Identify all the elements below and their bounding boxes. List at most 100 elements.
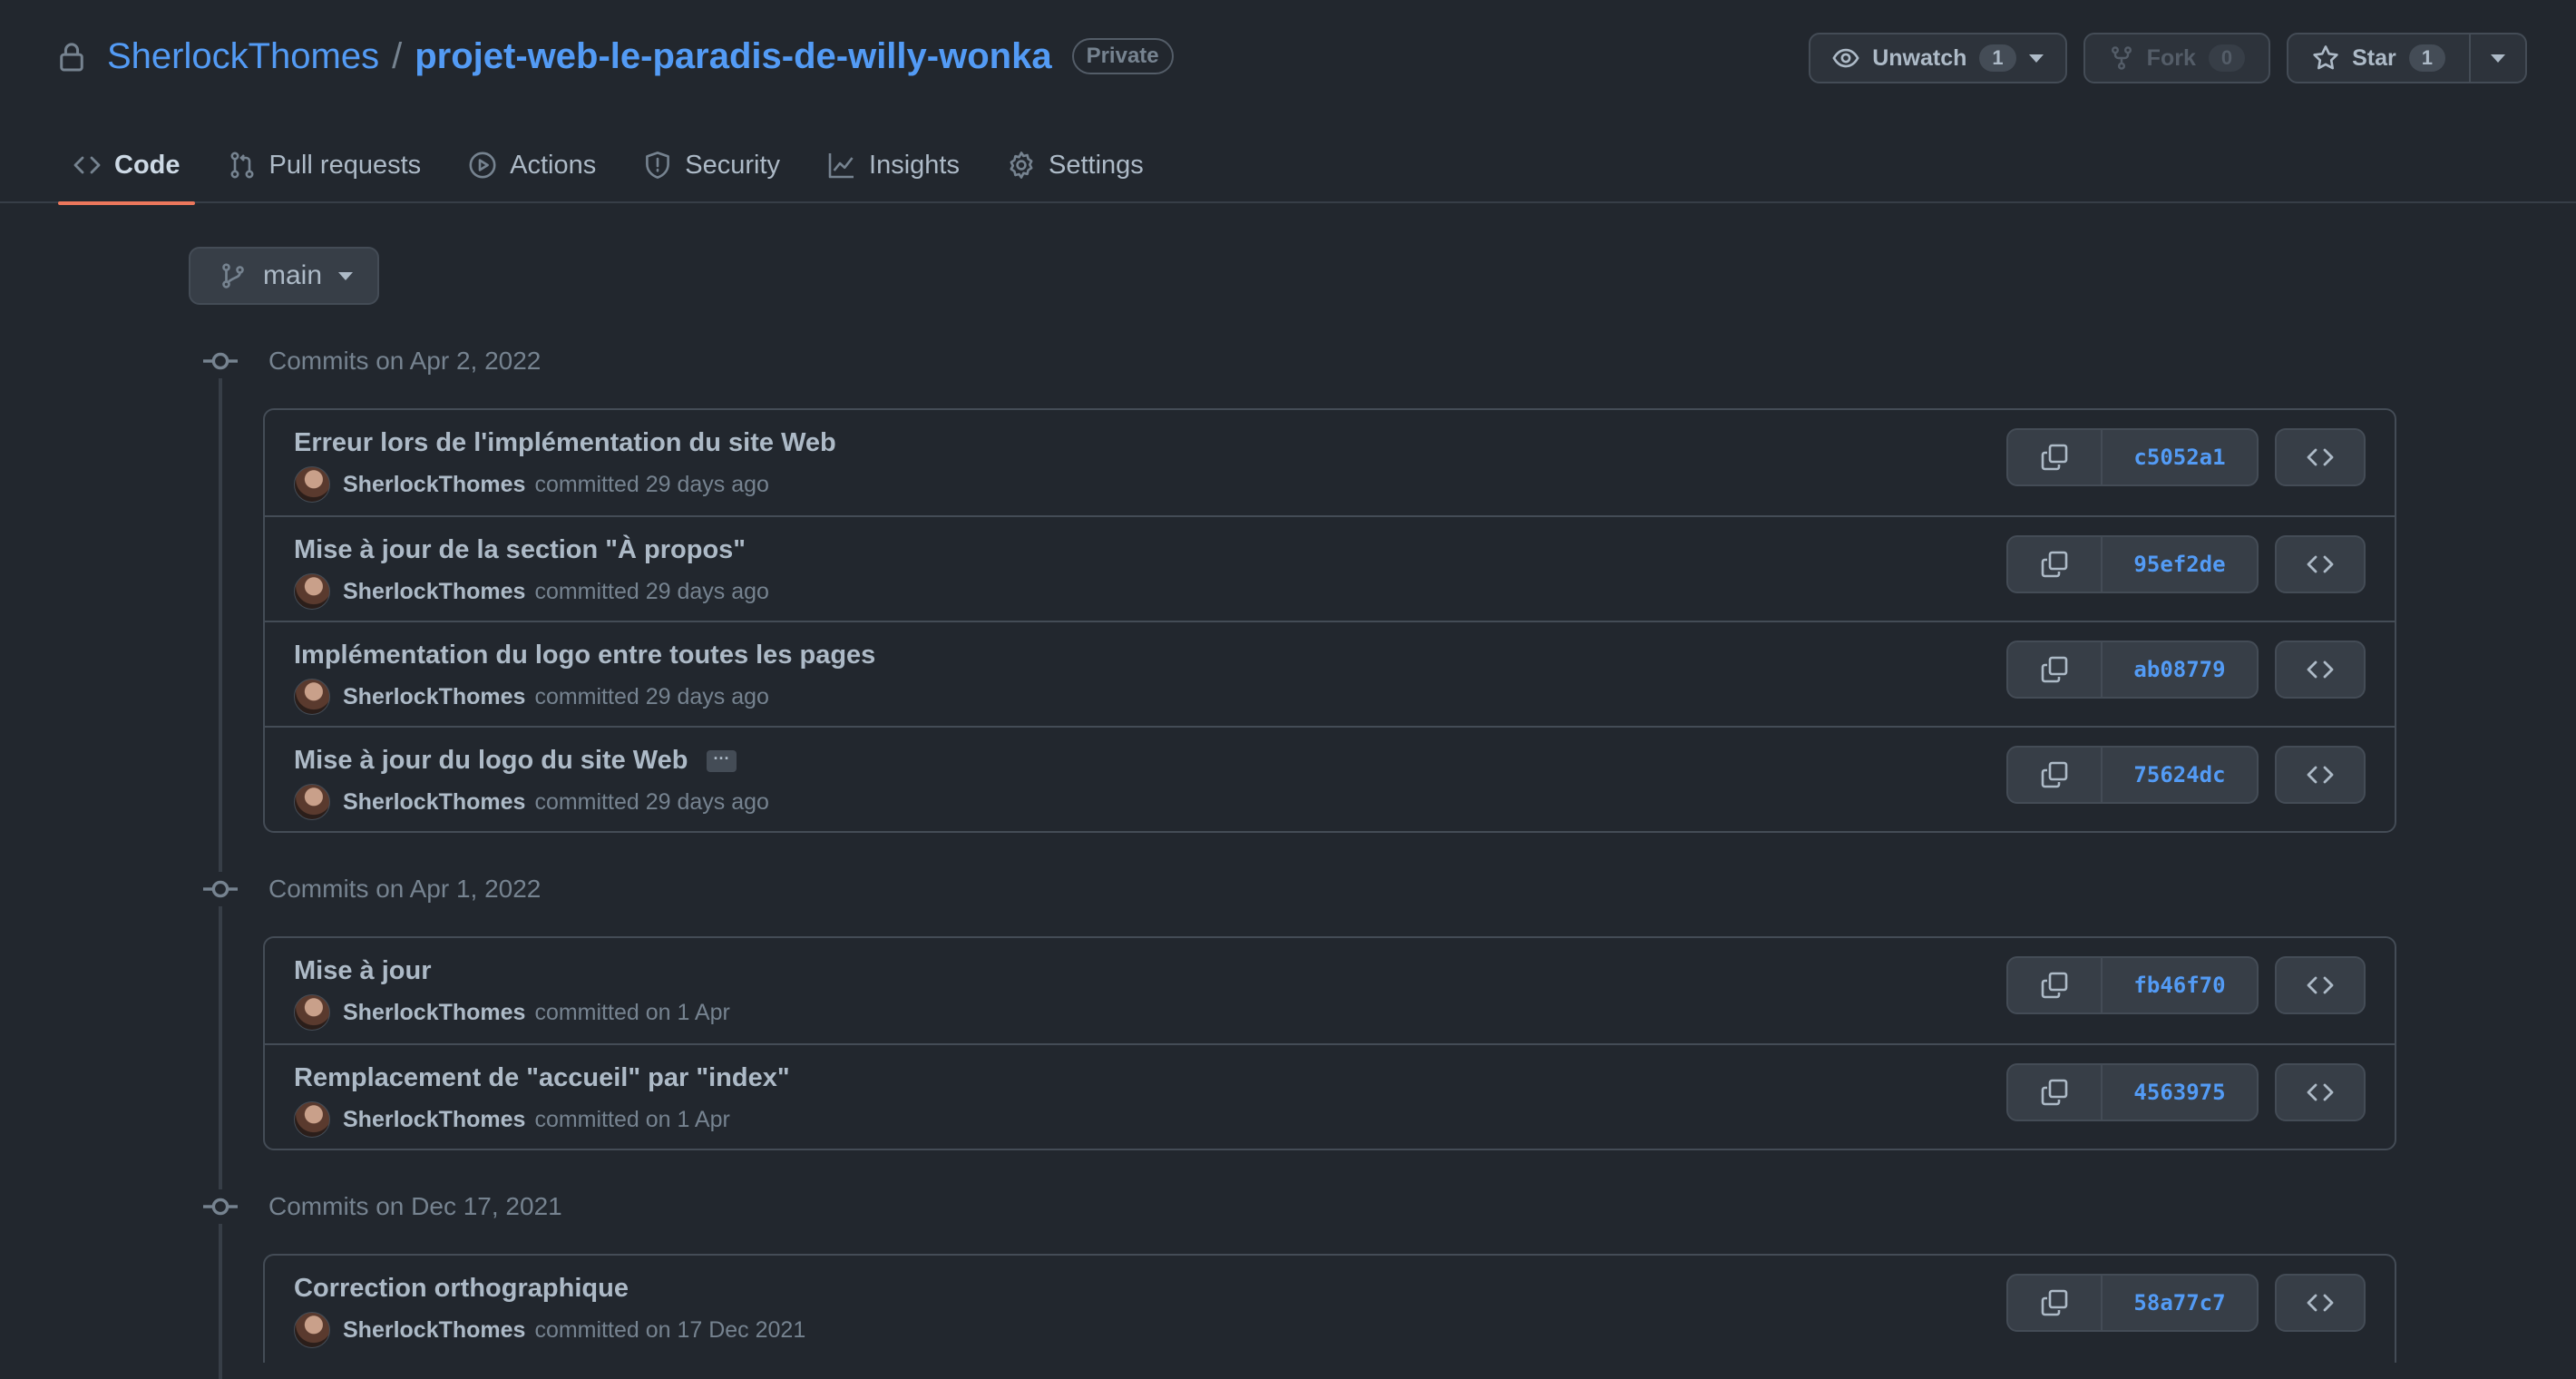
avatar[interactable] — [294, 466, 330, 503]
lock-icon — [58, 41, 91, 72]
commit-meta: SherlockThomes committed 29 days ago — [294, 573, 769, 610]
commit-title-link[interactable]: Mise à jour du logo du site Web ··· — [294, 746, 737, 776]
copy-icon — [2040, 655, 2069, 684]
commit-title-link[interactable]: Erreur lors de l'implémentation du site … — [294, 428, 836, 458]
star-count: 1 — [2408, 44, 2445, 72]
commit-title-link[interactable]: Correction orthographique — [294, 1274, 629, 1304]
commit-title[interactable]: Mise à jour — [294, 956, 432, 986]
shield-icon — [643, 151, 672, 180]
browse-repo-button[interactable] — [2275, 1063, 2366, 1121]
branch-select-button[interactable]: main — [189, 247, 379, 305]
commit-author[interactable]: SherlockThomes — [343, 472, 525, 498]
browse-repo-button[interactable] — [2275, 956, 2366, 1014]
commit-icon — [203, 344, 238, 378]
browse-repo-button[interactable] — [2275, 746, 2366, 804]
commit-title[interactable]: Correction orthographique — [294, 1274, 629, 1304]
copy-sha-button[interactable] — [2006, 428, 2103, 486]
copy-icon — [2040, 550, 2069, 579]
copy-sha-button[interactable] — [2006, 641, 2103, 699]
star-button[interactable]: Star 1 — [2287, 33, 2471, 83]
code-icon — [2306, 760, 2335, 789]
watch-button[interactable]: Unwatch 1 — [1809, 33, 2067, 83]
commit-row: Mise à jour de la section "À propos" She… — [265, 515, 2395, 621]
avatar[interactable] — [294, 784, 330, 820]
tab-insights[interactable]: Insights — [813, 127, 974, 203]
code-icon — [2306, 550, 2335, 579]
commit-title[interactable]: Implémentation du logo entre toutes les … — [294, 641, 875, 670]
commit-author[interactable]: SherlockThomes — [343, 1000, 525, 1026]
copy-icon — [2040, 760, 2069, 789]
sha-group: ab08779 — [2006, 641, 2259, 699]
tab-settings[interactable]: Settings — [992, 127, 1158, 203]
copy-sha-button[interactable] — [2006, 746, 2103, 804]
avatar[interactable] — [294, 1312, 330, 1348]
commit-sha-link[interactable]: 4563975 — [2103, 1063, 2259, 1121]
commit-author[interactable]: SherlockThomes — [343, 789, 525, 816]
commit-title[interactable]: Remplacement de "accueil" par "index" — [294, 1063, 790, 1093]
fork-button[interactable]: Fork 0 — [2083, 33, 2271, 83]
code-icon — [73, 151, 102, 180]
commit-sha-link[interactable]: c5052a1 — [2103, 428, 2259, 486]
commit-sha-link[interactable]: 75624dc — [2103, 746, 2259, 804]
copy-sha-button[interactable] — [2006, 1063, 2103, 1121]
repo-header: SherlockThomes / projet-web-le-paradis-d… — [0, 0, 2576, 205]
fork-button-group: Fork 0 — [2083, 33, 2271, 83]
browse-repo-button[interactable] — [2275, 428, 2366, 486]
commit-author[interactable]: SherlockThomes — [343, 684, 525, 710]
chevron-down-icon — [2028, 54, 2044, 63]
commit-row: Correction orthographique SherlockThomes… — [265, 1256, 2395, 1361]
code-icon — [2306, 655, 2335, 684]
commit-row: Remplacement de "accueil" par "index" Sh… — [265, 1043, 2395, 1149]
star-icon — [2312, 44, 2339, 72]
commit-sha-link[interactable]: ab08779 — [2103, 641, 2259, 699]
copy-sha-button[interactable] — [2006, 1274, 2103, 1332]
expand-message-button[interactable]: ··· — [706, 749, 737, 772]
avatar[interactable] — [294, 1101, 330, 1138]
commit-title-link[interactable]: Implémentation du logo entre toutes les … — [294, 641, 875, 670]
copy-sha-button[interactable] — [2006, 956, 2103, 1014]
commit-title[interactable]: Mise à jour du logo du site Web — [294, 746, 688, 776]
commit-icon — [203, 872, 238, 906]
star-list-dropdown[interactable] — [2471, 33, 2527, 83]
commit-sha-link[interactable]: fb46f70 — [2103, 956, 2259, 1014]
avatar[interactable] — [294, 679, 330, 715]
commit-sha-link[interactable]: 58a77c7 — [2103, 1274, 2259, 1332]
commit-actions: c5052a1 — [2006, 428, 2366, 486]
tab-security[interactable]: Security — [629, 127, 795, 203]
avatar[interactable] — [294, 994, 330, 1031]
commit-title-link[interactable]: Mise à jour — [294, 956, 432, 986]
commit-row: Mise à jour du logo du site Web ··· Sher… — [265, 726, 2395, 831]
commit-time: committed 29 days ago — [534, 683, 769, 709]
repo-name-link[interactable]: projet-web-le-paradis-de-willy-wonka — [415, 36, 1051, 77]
code-icon — [2306, 1288, 2335, 1317]
browse-repo-button[interactable] — [2275, 1274, 2366, 1332]
commit-title-link[interactable]: Mise à jour de la section "À propos" — [294, 535, 746, 565]
commit-time: committed on 1 Apr — [534, 1106, 730, 1132]
commit-author[interactable]: SherlockThomes — [343, 579, 525, 605]
commit-group-heading: Commits on Dec 17, 2021 — [203, 1188, 562, 1225]
commit-title-link[interactable]: Remplacement de "accueil" par "index" — [294, 1063, 790, 1093]
commit-sha-link[interactable]: 95ef2de — [2103, 535, 2259, 593]
commit-row: Erreur lors de l'implémentation du site … — [265, 410, 2395, 515]
group-date: Commits on Apr 1, 2022 — [268, 875, 542, 903]
commit-actions: 58a77c7 — [2006, 1274, 2366, 1332]
copy-sha-button[interactable] — [2006, 535, 2103, 593]
copy-icon — [2040, 1288, 2069, 1317]
commit-actions: ab08779 — [2006, 641, 2366, 699]
commit-title[interactable]: Mise à jour de la section "À propos" — [294, 535, 746, 565]
browse-repo-button[interactable] — [2275, 641, 2366, 699]
tab-code[interactable]: Code — [58, 127, 195, 205]
avatar[interactable] — [294, 573, 330, 610]
tab-pull-requests[interactable]: Pull requests — [213, 127, 436, 203]
commit-author[interactable]: SherlockThomes — [343, 1317, 525, 1344]
commit-group-heading: Commits on Apr 2, 2022 — [203, 343, 541, 379]
browse-repo-button[interactable] — [2275, 535, 2366, 593]
git-branch-icon — [220, 262, 247, 289]
commit-meta: SherlockThomes committed 29 days ago — [294, 679, 769, 715]
commit-actions: 4563975 — [2006, 1063, 2366, 1121]
commit-author[interactable]: SherlockThomes — [343, 1107, 525, 1133]
repo-owner-link[interactable]: SherlockThomes — [107, 36, 379, 77]
commit-title[interactable]: Erreur lors de l'implémentation du site … — [294, 428, 836, 458]
tab-actions[interactable]: Actions — [454, 127, 610, 203]
sha-group: 4563975 — [2006, 1063, 2259, 1121]
